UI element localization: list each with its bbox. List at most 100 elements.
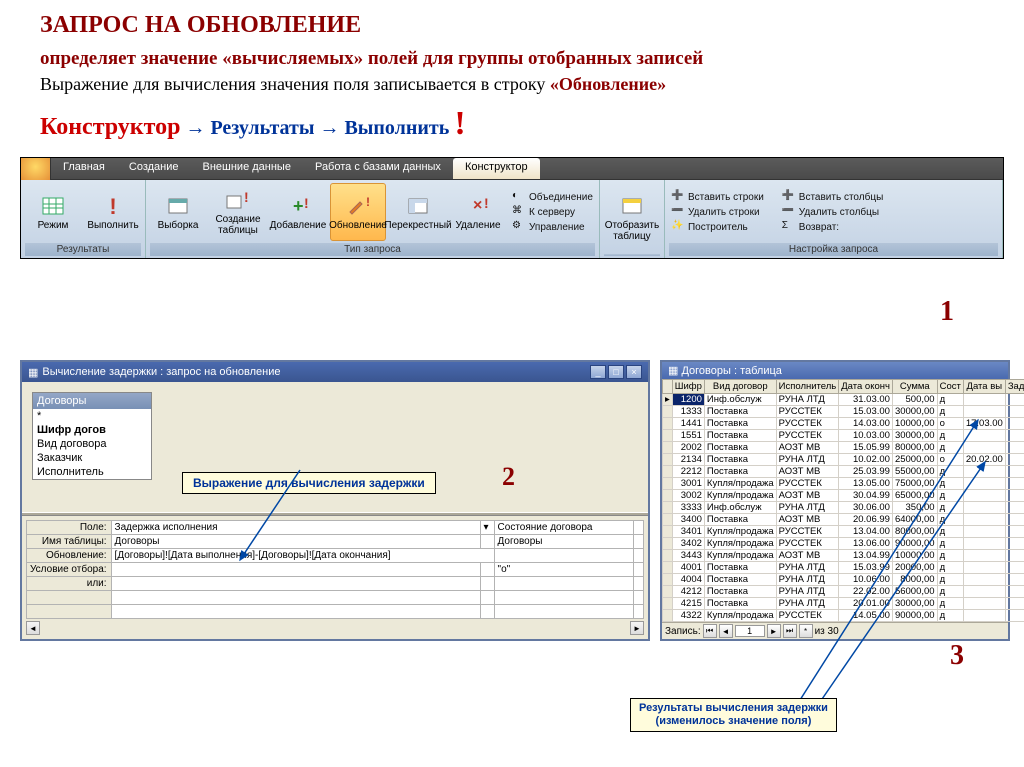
nav-next[interactable]: ► [767,624,781,638]
tab-external[interactable]: Внешние данные [191,158,303,179]
svg-text:×: × [473,197,482,214]
field-item[interactable]: * [33,409,151,423]
append-icon: +! [286,194,310,218]
column-header[interactable]: Сумма [892,380,937,394]
tab-create[interactable]: Создание [117,158,191,179]
btn-crosstab[interactable]: Перекрестный [390,183,446,241]
field-item[interactable]: Вид договора [33,437,151,451]
titlebar[interactable]: ▦Вычисление задержки : запрос на обновле… [22,362,648,382]
exclaim-icon: ! [101,194,125,218]
annotation-3: 3 [950,640,964,672]
btn-insert-rows[interactable]: ➕Вставить строки [671,190,764,204]
btn-delete[interactable]: ×!Удаление [450,183,506,241]
pencil-icon: ! [346,194,370,218]
table-row[interactable]: ▸1200Инф.обслужРУНА ЛТД31.03.00500,00д [663,394,1024,406]
return-icon: Σ [782,220,796,234]
table-row[interactable]: 1551ПоставкаРУССТЕК10.03.0030000,00д [663,430,1024,442]
btn-datadef[interactable]: ⚙Управление [512,220,593,234]
delete-icon: ×! [466,194,490,218]
column-header[interactable]: Вид договор [704,380,776,394]
nav-first[interactable]: ⏮ [703,624,717,638]
nav-current[interactable] [735,625,765,637]
btn-passthrough[interactable]: ⌘К серверу [512,205,593,219]
table-icon [166,194,190,218]
datasheet-window: ▦ Договоры : таблица ШифрВид договорИспо… [660,360,1010,641]
tab-home[interactable]: Главная [51,158,117,179]
table-row[interactable]: 3400ПоставкаАОЗТ МВ20.06.9964000,00д [663,514,1024,526]
ribbon-group-qtype: Выборка !Создание таблицы +!Добавление !… [146,180,600,258]
table-row[interactable]: 2134ПоставкаРУНА ЛТД10.02.0025000,00о20.… [663,454,1024,466]
btn-delete-rows[interactable]: ➖Удалить строки [671,205,764,219]
btn-select[interactable]: Выборка [150,183,206,241]
minimize-button[interactable]: _ [590,365,606,379]
table-row[interactable]: 4212ПоставкаРУНА ЛТД22.02.0056000,00д [663,586,1024,598]
maximize-button[interactable]: □ [608,365,624,379]
column-header[interactable]: Задержка [1005,380,1024,394]
btn-showtable[interactable]: Отобразить таблицу [604,189,660,247]
btn-delete-cols[interactable]: ➖Удалить столбцы [782,205,883,219]
expression-label: Выражение для вычисления задержки [182,472,436,494]
tab-db[interactable]: Работа с базами данных [303,158,453,179]
server-icon: ⌘ [512,205,526,219]
table-row[interactable]: 4215ПоставкаРУНА ЛТД20.01.0030000,00д [663,598,1024,610]
record-navigator[interactable]: Запись: ⏮ ◄ ► ⏭ * из 30 [662,622,1008,639]
gear-icon: ⚙ [512,220,526,234]
column-header[interactable]: Дата вы [963,380,1005,394]
svg-text:+: + [293,196,304,216]
query-grid[interactable]: Поле:Задержка исполнения▾Состояние догов… [26,520,644,619]
table-row[interactable]: 4004ПоставкаРУНА ЛТД10.06.008000,00д [663,574,1024,586]
nav-line: Конструктор → Результаты → Выполнить ! [40,105,1004,143]
btn-run[interactable]: !Выполнить [85,183,141,241]
datasheet-table[interactable]: ШифрВид договорИсполнительДата окончСумм… [662,379,1024,622]
ds-titlebar[interactable]: ▦ Договоры : таблица [662,362,1008,379]
svg-text:!: ! [484,195,489,211]
btn-update[interactable]: !Обновление [330,183,386,241]
svg-text:!: ! [304,195,309,211]
delete-row-icon: ➖ [671,205,685,219]
btn-view[interactable]: Режим [25,183,81,241]
ribbon-group-setup: ➕Вставить строки ➖Удалить строки ✨Постро… [665,180,1003,258]
ribbon-tabs: Главная Создание Внешние данные Работа с… [21,158,1003,180]
annotation-2: 2 [502,462,515,492]
nav-prev[interactable]: ◄ [719,624,733,638]
table-row[interactable]: 2002ПоставкаАОЗТ МВ15.05.9980000,00д [663,442,1024,454]
field-item[interactable]: Шифр догов [33,423,151,437]
page-title: ЗАПРОС НА ОБНОВЛЕНИЕ [40,12,1004,39]
btn-append[interactable]: +!Добавление [270,183,326,241]
table-row[interactable]: 3333Инф.обслужРУНА ЛТД30.06.00350,00д [663,502,1024,514]
table-row[interactable]: 3002Купля/продажаАОЗТ МВ30.04.9965000,00… [663,490,1024,502]
close-button[interactable]: × [626,365,642,379]
table-row[interactable]: 2212ПоставкаАОЗТ МВ25.03.9955000,00д [663,466,1024,478]
grid-icon [41,194,65,218]
nav-last[interactable]: ⏭ [783,624,797,638]
column-header[interactable]: Исполнитель [776,380,839,394]
result-label: Результаты вычисления задержки (изменило… [630,698,837,732]
field-item[interactable]: Заказчик [33,451,151,465]
delete-col-icon: ➖ [782,205,796,219]
field-item[interactable]: Исполнитель [33,465,151,479]
table-row[interactable]: 4001ПоставкаРУНА ЛТД15.03.9920000,00д [663,562,1024,574]
query-icon: ▦ [28,366,38,379]
hscrollbar[interactable]: ◄► [26,621,644,635]
table-box[interactable]: Договоры * Шифр догов Вид договора Заказ… [32,392,152,480]
btn-union[interactable]: ◐Объединение [512,190,593,204]
table-row[interactable]: 3443Купля/продажаАОЗТ МВ13.04.9910000,00… [663,550,1024,562]
svg-text:!: ! [109,194,116,218]
nav-new[interactable]: * [799,624,813,638]
table-row[interactable]: 3401Купля/продажаРУССТЕК13.04.0080000,00… [663,526,1024,538]
column-header[interactable]: Шифр [672,380,704,394]
showtable-icon [620,194,644,218]
table-row[interactable]: 3402Купля/продажаРУССТЕК13.06.0090000,00… [663,538,1024,550]
column-header[interactable]: Сост [937,380,963,394]
column-header[interactable]: Дата оконч [839,380,893,394]
btn-insert-cols[interactable]: ➕Вставить столбцы [782,190,883,204]
table-row[interactable]: 3001Купля/продажаРУССТЕК13.05.0075000,00… [663,478,1024,490]
table-row[interactable]: 1333ПоставкаРУССТЕК15.03.0030000,00д [663,406,1024,418]
btn-return[interactable]: ΣВозврат: [782,220,883,234]
table-row[interactable]: 1441ПоставкаРУССТЕК14.03.0010000,00о17.0… [663,418,1024,430]
office-button[interactable] [21,158,51,180]
btn-maketable[interactable]: !Создание таблицы [210,183,266,241]
tab-design[interactable]: Конструктор [453,158,540,179]
table-row[interactable]: 4322Купля/продажаРУССТЕК14.05.0090000,00… [663,610,1024,622]
btn-builder[interactable]: ✨Построитель [671,220,764,234]
